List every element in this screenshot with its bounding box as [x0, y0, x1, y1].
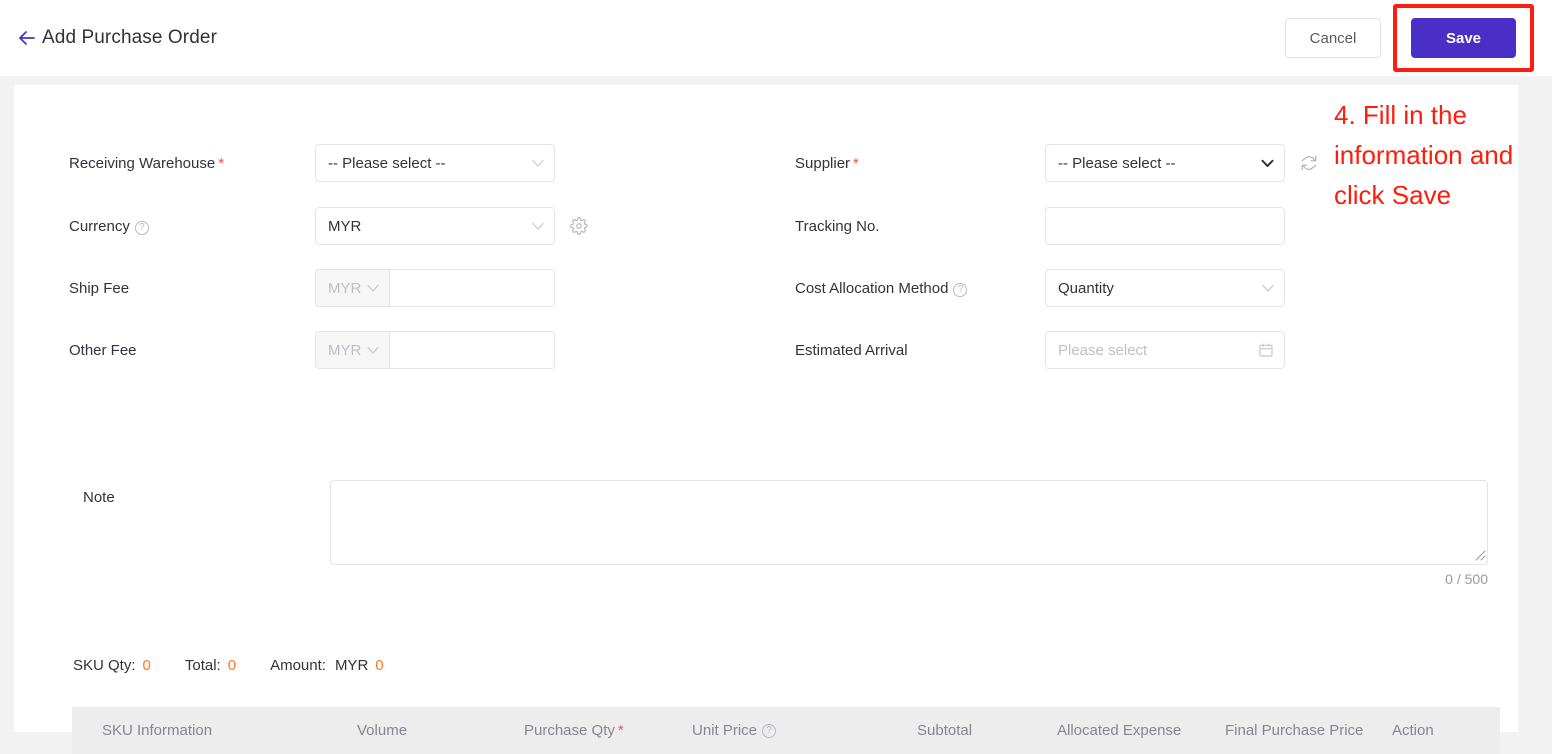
- page-title: Add Purchase Order: [42, 27, 217, 48]
- receiving-warehouse-select[interactable]: -- Please select --: [315, 144, 555, 182]
- currency-label-text: Currency: [69, 217, 130, 235]
- chevron-down-icon: [532, 220, 544, 233]
- tracking-no-label: Tracking No.: [795, 217, 880, 235]
- amount-summary: Amount: MYR 0: [270, 657, 384, 674]
- field-estimated-arrival: Estimated Arrival Please select: [795, 331, 1285, 369]
- other-fee-currency-value: MYR: [328, 341, 362, 359]
- column-label: Final Purchase Price: [1225, 722, 1364, 739]
- receiving-warehouse-label: Receiving Warehouse *: [69, 155, 315, 172]
- estimated-arrival-placeholder: Please select: [1058, 341, 1148, 359]
- required-asterisk: *: [617, 722, 624, 739]
- field-cost-allocation-method: Cost Allocation Method? Quantity: [795, 269, 1285, 307]
- supplier-label-text: Supplier: [795, 154, 851, 172]
- sku-qty-label: SKU Qty:: [73, 657, 136, 674]
- estimated-arrival-datepicker[interactable]: Please select: [1045, 331, 1285, 369]
- amount-label: Amount:: [270, 657, 326, 674]
- field-other-fee: Other Fee MYR: [69, 331, 555, 369]
- column-label: Volume: [357, 722, 408, 739]
- save-button-annotation-box: Save: [1393, 4, 1534, 72]
- back-arrow-icon: [16, 27, 38, 49]
- question-circle-icon[interactable]: ?: [762, 723, 777, 738]
- total-summary: Total: 0: [185, 657, 236, 674]
- column-header-allocated-expense: Allocated Expense: [1057, 707, 1181, 754]
- supplier-value: -- Please select --: [1058, 154, 1176, 172]
- gear-icon[interactable]: [569, 216, 589, 236]
- receiving-warehouse-label-text: Receiving Warehouse: [69, 154, 216, 172]
- total-value: 0: [227, 657, 237, 674]
- ship-fee-currency-select[interactable]: MYR: [316, 270, 391, 306]
- chevron-down-icon: [367, 344, 379, 357]
- column-header-unit-price: Unit Price?: [692, 707, 777, 754]
- column-label: Subtotal: [917, 722, 973, 739]
- field-ship-fee: Ship Fee MYR: [69, 269, 555, 307]
- purchase-order-form-card: Receiving Warehouse * -- Please select --…: [14, 85, 1518, 754]
- chevron-down-icon: [367, 282, 379, 295]
- currency-label: Currency?: [69, 218, 315, 235]
- note-textarea[interactable]: [330, 480, 1488, 565]
- other-fee-amount-input[interactable]: [390, 332, 554, 368]
- column-label: Action: [1392, 722, 1434, 739]
- back-button[interactable]: Add Purchase Order: [16, 27, 217, 49]
- estimated-arrival-label: Estimated Arrival: [795, 341, 908, 359]
- tracking-no-input[interactable]: [1045, 207, 1285, 245]
- required-asterisk: *: [853, 154, 859, 172]
- column-header-action: Action: [1392, 707, 1434, 754]
- cost-allocation-method-value: Quantity: [1058, 279, 1114, 297]
- chevron-down-icon: [532, 157, 544, 170]
- required-asterisk: *: [218, 154, 225, 172]
- ship-fee-amount-input[interactable]: [390, 270, 554, 306]
- amount-value: 0: [375, 657, 384, 674]
- calendar-icon: [1258, 342, 1274, 358]
- sku-qty-value: 0: [142, 657, 151, 674]
- currency-value: MYR: [328, 217, 362, 235]
- top-bar-actions: Cancel Save: [1285, 0, 1534, 76]
- other-fee-money-input: MYR: [315, 331, 555, 369]
- instruction-annotation: 4. Fill in the information and click Sav…: [1334, 100, 1514, 210]
- column-label: SKU Information: [102, 722, 213, 739]
- supplier-select[interactable]: -- Please select --: [1045, 144, 1285, 182]
- ship-fee-currency-value: MYR: [328, 279, 362, 297]
- sku-qty-summary: SKU Qty: 0: [73, 657, 151, 674]
- question-circle-icon[interactable]: ?: [953, 282, 968, 297]
- supplier-label: Supplier *: [795, 155, 1045, 172]
- column-label: Unit Price: [692, 722, 758, 739]
- field-currency: Currency? MYR: [69, 207, 589, 245]
- cost-allocation-method-label-text: Cost Allocation Method: [795, 279, 949, 297]
- totals-summary: SKU Qty: 0 Total: 0 Amount: MYR 0: [73, 657, 384, 674]
- column-label: Purchase Qty: [524, 722, 615, 739]
- other-fee-label: Other Fee: [69, 341, 137, 359]
- question-circle-icon[interactable]: ?: [134, 220, 149, 235]
- column-header-subtotal: Subtotal: [917, 707, 972, 754]
- field-supplier: Supplier * -- Please select --: [795, 144, 1319, 182]
- receiving-warehouse-value: -- Please select --: [328, 154, 446, 172]
- refresh-icon[interactable]: [1299, 153, 1319, 173]
- cancel-button[interactable]: Cancel: [1285, 18, 1381, 58]
- cost-allocation-method-select[interactable]: Quantity: [1045, 269, 1285, 307]
- ship-fee-label: Ship Fee: [69, 279, 130, 297]
- note-label: Note: [83, 489, 115, 506]
- column-header-purchase-qty: Purchase Qty *: [524, 707, 624, 754]
- amount-currency: MYR: [334, 657, 369, 674]
- sku-table-header: SKU Information Volume Purchase Qty * Uni…: [72, 707, 1500, 754]
- cost-allocation-method-label: Cost Allocation Method?: [795, 280, 1045, 297]
- save-button[interactable]: Save: [1411, 18, 1516, 58]
- currency-select[interactable]: MYR: [315, 207, 555, 245]
- ship-fee-money-input: MYR: [315, 269, 555, 307]
- chevron-down-icon: [1261, 156, 1274, 170]
- column-header-final-purchase-price: Final Purchase Price: [1225, 707, 1363, 754]
- chevron-down-icon: [1262, 282, 1274, 295]
- top-bar: Add Purchase Order Cancel Save: [0, 0, 1552, 76]
- field-tracking-no: Tracking No.: [795, 207, 1285, 245]
- column-header-volume: Volume: [357, 707, 407, 754]
- note-character-counter: 0 / 500: [1445, 571, 1488, 587]
- other-fee-currency-select[interactable]: MYR: [316, 332, 391, 368]
- column-header-sku-information: SKU Information: [102, 707, 212, 754]
- field-receiving-warehouse: Receiving Warehouse * -- Please select --: [69, 144, 555, 182]
- total-label: Total:: [184, 657, 221, 674]
- column-label: Allocated Expense: [1057, 722, 1182, 739]
